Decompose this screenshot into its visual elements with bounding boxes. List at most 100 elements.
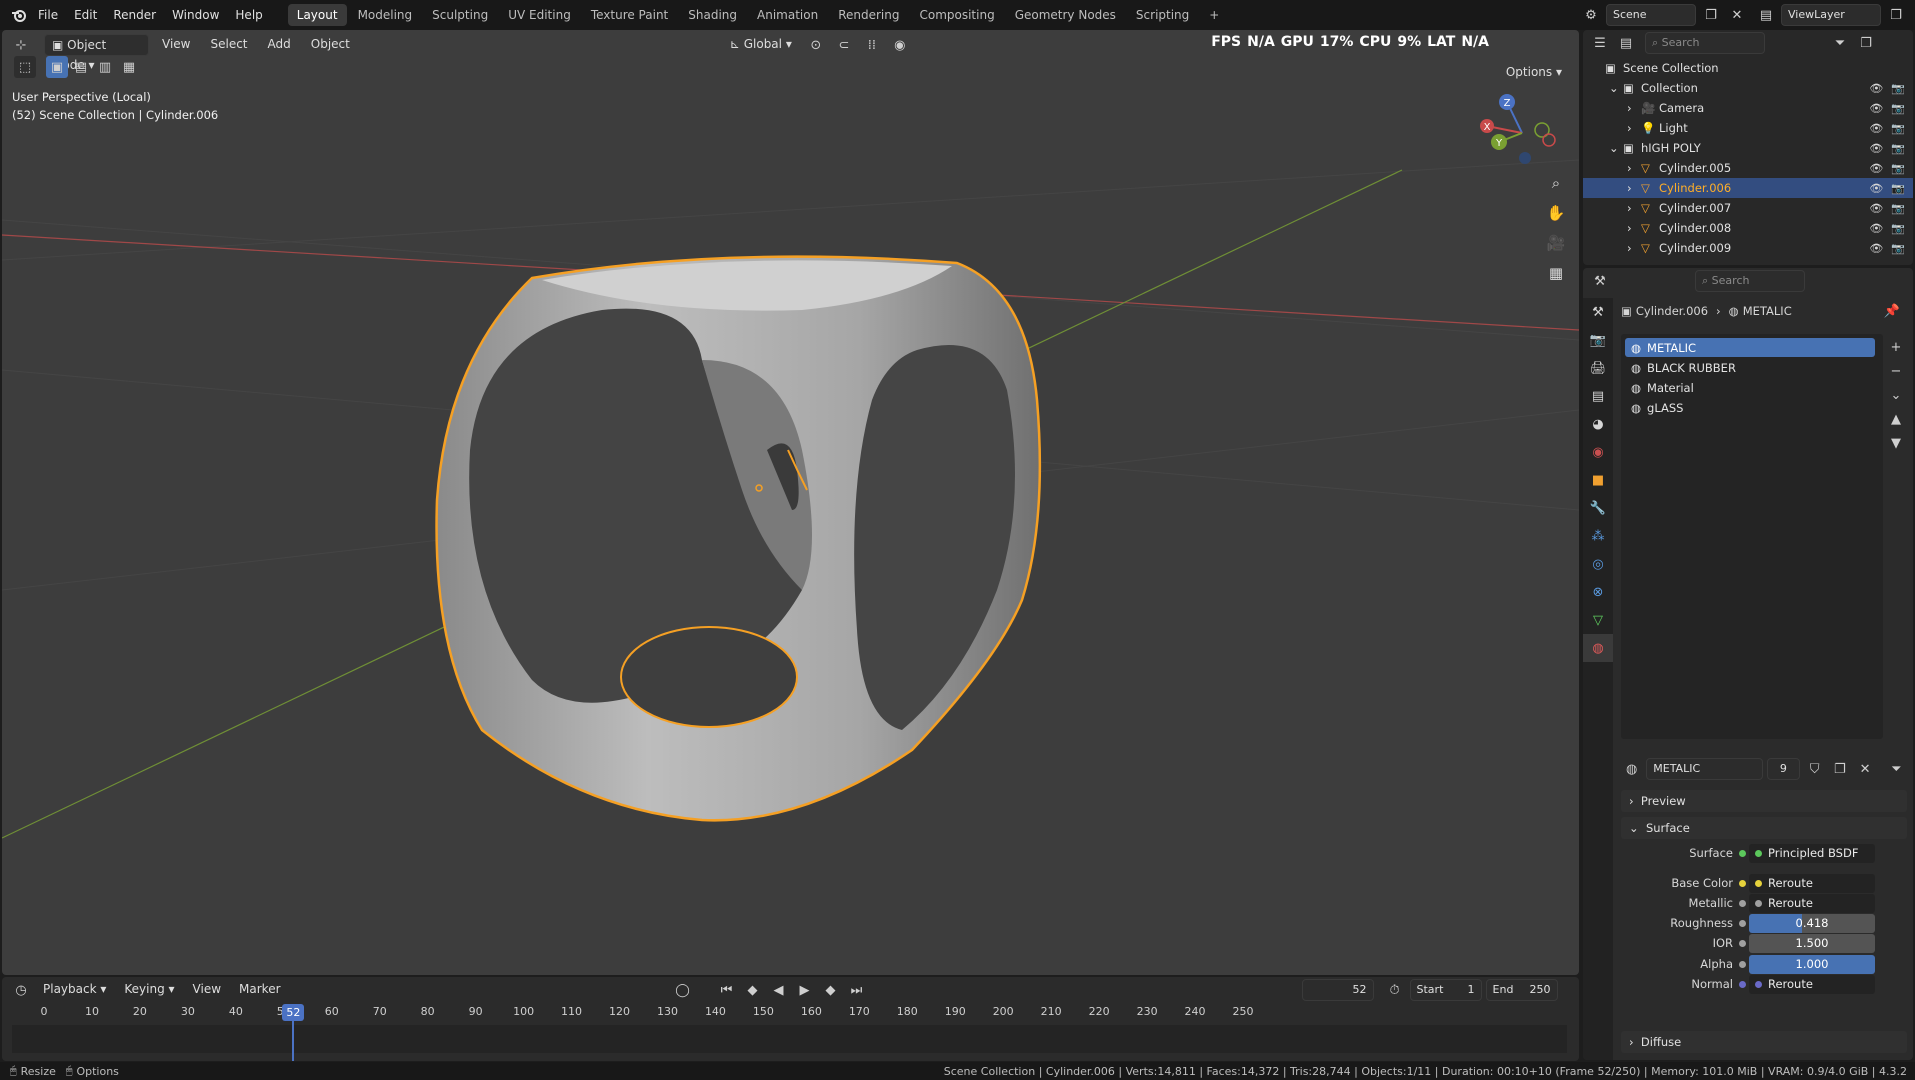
jump-end-icon[interactable]: ⏭ bbox=[846, 979, 868, 1001]
outliner[interactable]: ☰ ▤ ⌕ Search ⏷ ❐ ▣ Scene Collection ⌄ ▣ Coll… bbox=[1583, 30, 1913, 265]
render-camera-icon[interactable]: 📷 bbox=[1891, 142, 1905, 155]
auto-keying-icon[interactable]: ◯ bbox=[672, 979, 694, 1001]
menu-view[interactable]: View bbox=[155, 34, 197, 56]
render-camera-icon[interactable]: 📷 bbox=[1891, 182, 1905, 195]
diffuse-panel-header[interactable]: › Diffuse bbox=[1621, 1031, 1907, 1053]
transform-orientation-dropdown[interactable]: ⊾ Global ▾ bbox=[723, 34, 799, 56]
properties-editor[interactable]: ⚒ ⌕ Search ⚒ 📷 🖨 ▤ ◕ ◉ ■ 🔧 ⁂ ◎ ⊗ ▽ ◍ ▣ C… bbox=[1583, 268, 1913, 1060]
timeline-editor[interactable]: ◷ Playback ▾ Keying ▾ View Marker ◯ ⏮ ◆ … bbox=[2, 977, 1579, 1061]
proportional-edit-icon[interactable]: ◉ bbox=[889, 34, 911, 56]
expand-chevron-icon[interactable]: › bbox=[1627, 201, 1641, 215]
next-keyframe-icon[interactable]: ◆ bbox=[820, 979, 842, 1001]
material-slot-glass[interactable]: ◍ gLASS bbox=[1625, 398, 1875, 417]
object-tab-icon[interactable]: ■ bbox=[1583, 466, 1613, 494]
select-tool-icon[interactable]: ⬚ bbox=[14, 56, 36, 78]
editor-type-icon[interactable]: ⊹ bbox=[10, 34, 32, 56]
fake-user-icon[interactable]: ⛉ bbox=[1804, 758, 1825, 780]
material-slot-black-rubber[interactable]: ◍ BLACK RUBBER bbox=[1625, 358, 1875, 377]
timeline-track[interactable] bbox=[12, 1025, 1567, 1053]
property-value-field[interactable]: Reroute bbox=[1749, 893, 1875, 913]
render-camera-icon[interactable]: 📷 bbox=[1891, 222, 1905, 235]
world-tab-icon[interactable]: ◉ bbox=[1583, 438, 1613, 466]
outliner-item-camera[interactable]: › 🎥 Camera 👁 📷 bbox=[1583, 98, 1913, 118]
scene-field[interactable]: Scene bbox=[1606, 4, 1696, 26]
viewport-scene[interactable] bbox=[2, 30, 1579, 975]
render-camera-icon[interactable]: 📷 bbox=[1891, 202, 1905, 215]
add-slot-icon[interactable]: + bbox=[1885, 336, 1907, 358]
material-tab-icon[interactable]: ◍ bbox=[1583, 634, 1613, 662]
visibility-eye-icon[interactable]: 👁 bbox=[1869, 162, 1883, 175]
remove-slot-icon[interactable]: − bbox=[1885, 360, 1907, 382]
end-frame-field[interactable]: End 250 bbox=[1485, 979, 1558, 1001]
snap-icon[interactable]: ⊂ bbox=[833, 34, 855, 56]
workspace-tab-modeling[interactable]: Modeling bbox=[349, 4, 422, 26]
camera-view-icon[interactable]: 🎥 bbox=[1543, 230, 1569, 256]
property-value-field[interactable]: 0.418 bbox=[1749, 913, 1875, 933]
workspace-tab-layout[interactable]: Layout bbox=[287, 4, 347, 26]
display-mode-icon[interactable]: ▤ bbox=[1615, 32, 1637, 54]
filter-icon[interactable]: ⏷ bbox=[1829, 32, 1851, 54]
menu-select[interactable]: Select bbox=[203, 34, 254, 56]
playhead-frame[interactable]: 52 bbox=[282, 1004, 305, 1021]
user-count-field[interactable]: 9 bbox=[1766, 758, 1800, 780]
workspace-tab-uv-editing[interactable]: UV Editing bbox=[499, 4, 580, 26]
outliner-item-cylinder-008[interactable]: › ▽ Cylinder.008 👁 📷 bbox=[1583, 218, 1913, 238]
physics-tab-icon[interactable]: ◎ bbox=[1583, 550, 1613, 578]
ortho-grid-icon[interactable]: ▦ bbox=[1543, 260, 1569, 286]
menu-marker[interactable]: Marker bbox=[232, 979, 287, 1001]
workspace-tab-animation[interactable]: Animation bbox=[748, 4, 827, 26]
property-value-field[interactable]: 1.000 bbox=[1749, 954, 1875, 974]
playhead-line[interactable] bbox=[292, 1021, 295, 1061]
outliner-item-cylinder-006[interactable]: › ▽ Cylinder.006 👁 📷 bbox=[1583, 178, 1913, 198]
data-tab-icon[interactable]: ▽ bbox=[1583, 606, 1613, 634]
menu-timeline-view[interactable]: View bbox=[186, 979, 228, 1001]
expand-chevron-icon[interactable]: › bbox=[1627, 241, 1641, 255]
select-new-icon[interactable]: ▣ bbox=[46, 56, 68, 78]
workspace-tab-shading[interactable]: Shading bbox=[679, 4, 746, 26]
new-collection-icon[interactable]: ❐ bbox=[1855, 32, 1877, 54]
prev-keyframe-icon[interactable]: ◆ bbox=[742, 979, 764, 1001]
select-extend-icon[interactable]: ▤ bbox=[70, 56, 92, 78]
outliner-item-collection[interactable]: ⌄ ▣ Collection 👁 📷 bbox=[1583, 78, 1913, 98]
socket-link-icon[interactable] bbox=[1739, 960, 1746, 968]
visibility-eye-icon[interactable]: 👁 bbox=[1869, 142, 1883, 155]
expand-chevron-icon[interactable]: › bbox=[1627, 221, 1641, 235]
render-camera-icon[interactable]: 📷 bbox=[1891, 162, 1905, 175]
visibility-eye-icon[interactable]: 👁 bbox=[1869, 122, 1883, 135]
outliner-item-scene-collection[interactable]: ▣ Scene Collection bbox=[1583, 58, 1913, 78]
new-viewlayer-icon[interactable]: ❐ bbox=[1885, 4, 1907, 26]
render-tab-icon[interactable]: 📷 bbox=[1583, 326, 1613, 354]
render-camera-icon[interactable]: 📷 bbox=[1891, 102, 1905, 115]
blender-logo-icon[interactable] bbox=[8, 4, 30, 26]
property-value-field[interactable]: Reroute bbox=[1749, 974, 1875, 994]
workspace-tab-texture-paint[interactable]: Texture Paint bbox=[582, 4, 677, 26]
workspace-tab-rendering[interactable]: Rendering bbox=[829, 4, 908, 26]
pin-icon[interactable]: 📌 bbox=[1881, 300, 1903, 322]
timeline-editor-type-icon[interactable]: ◷ bbox=[10, 979, 32, 1001]
particles-tab-icon[interactable]: ⁂ bbox=[1583, 522, 1613, 550]
view-layer-tab-icon[interactable]: ▤ bbox=[1583, 382, 1613, 410]
navigation-gizmo[interactable]: Z X Y bbox=[1477, 88, 1567, 178]
socket-link-icon[interactable] bbox=[1739, 879, 1746, 887]
visibility-eye-icon[interactable]: 👁 bbox=[1869, 222, 1883, 235]
preview-panel-header[interactable]: › Preview bbox=[1621, 790, 1907, 812]
expand-chevron-icon[interactable]: › bbox=[1627, 181, 1641, 195]
outliner-item-high-poly[interactable]: ⌄ ▣ hIGH POLY 👁 📷 bbox=[1583, 138, 1913, 158]
workspace-tab-scripting[interactable]: Scripting bbox=[1127, 4, 1198, 26]
menu-add[interactable]: Add bbox=[261, 34, 298, 56]
expand-chevron-icon[interactable]: › bbox=[1627, 121, 1641, 135]
tool-tab-icon[interactable]: ⚒ bbox=[1583, 298, 1613, 326]
expand-chevron-icon[interactable]: › bbox=[1627, 101, 1641, 115]
outliner-item-cylinder-005[interactable]: › ▽ Cylinder.005 👁 📷 bbox=[1583, 158, 1913, 178]
socket-link-icon[interactable] bbox=[1739, 939, 1746, 947]
play-reverse-icon[interactable]: ◀ bbox=[768, 979, 790, 1001]
modifier-tab-icon[interactable]: 🔧 bbox=[1583, 494, 1613, 522]
visibility-eye-icon[interactable]: 👁 bbox=[1869, 182, 1883, 195]
move-slot-up-icon[interactable]: ▲ bbox=[1885, 408, 1907, 430]
socket-link-icon[interactable] bbox=[1739, 980, 1746, 988]
outliner-editor-type-icon[interactable]: ☰ bbox=[1589, 32, 1611, 54]
render-camera-icon[interactable]: 📷 bbox=[1891, 82, 1905, 95]
move-slot-down-icon[interactable]: ▼ bbox=[1885, 432, 1907, 454]
menu-edit[interactable]: Edit bbox=[66, 0, 105, 30]
menu-file[interactable]: File bbox=[30, 0, 66, 30]
